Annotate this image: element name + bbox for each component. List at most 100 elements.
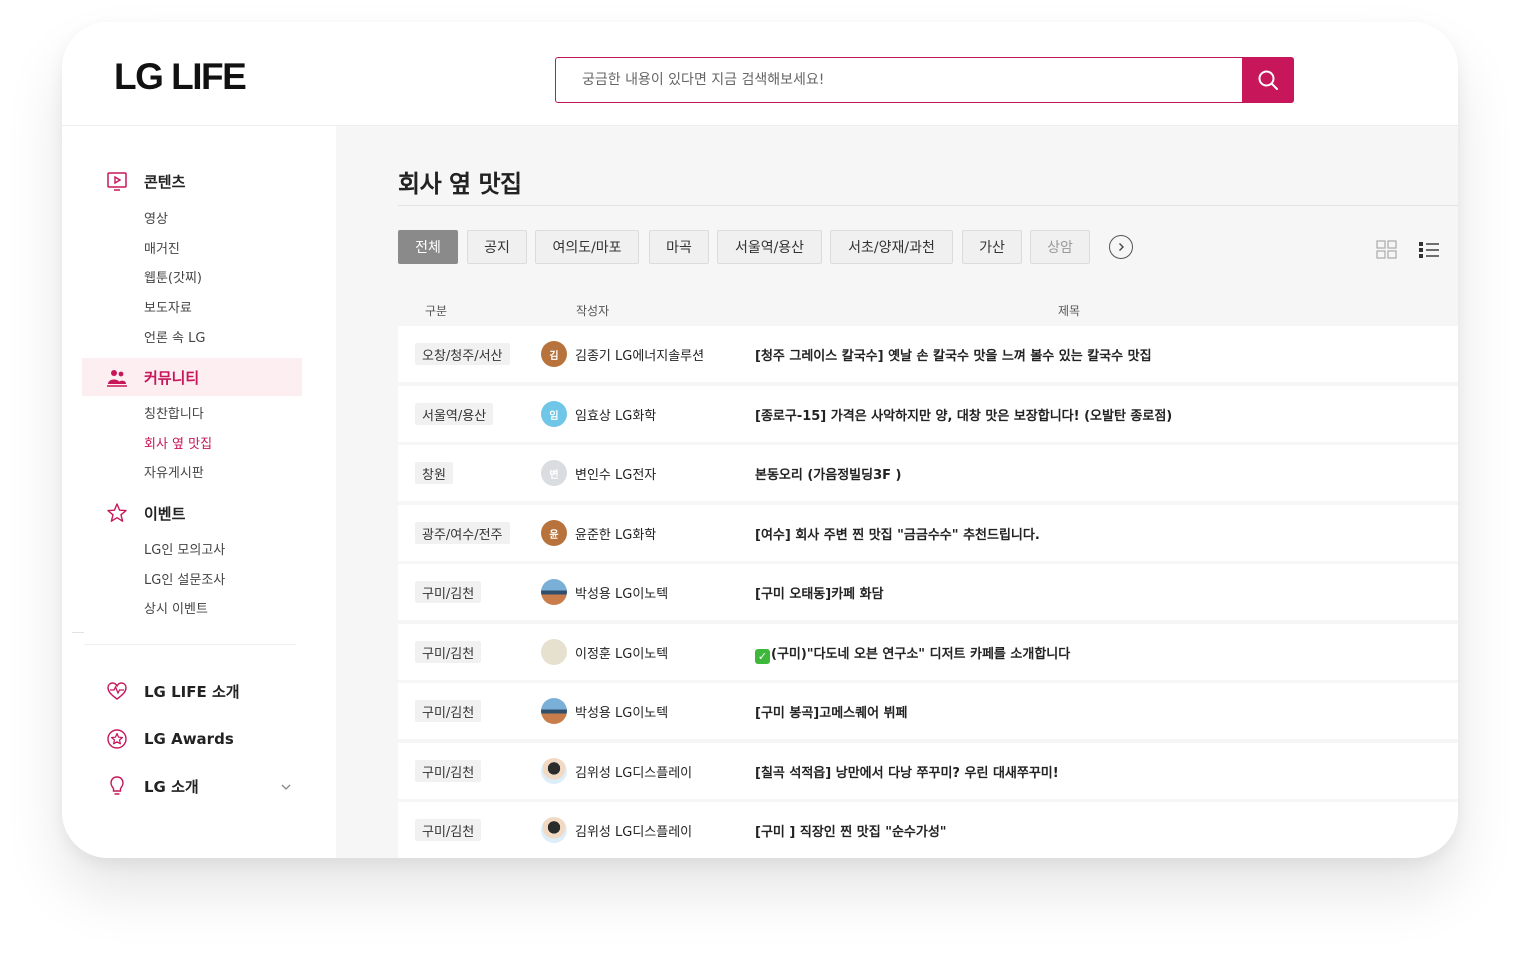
author-name: 이정훈 LG이노텍 <box>575 647 669 662</box>
table-row[interactable]: 구미/김천 김위성 LG디스플레이 [칠곡 석적읍] 낭만에서 다낭 쭈꾸미? … <box>398 743 1458 799</box>
sidebar-item-video[interactable]: 영상 <box>144 208 168 227</box>
checkmark-icon: ✓ <box>755 649 770 664</box>
tab-yeouido-mapo[interactable]: 여의도/마포 <box>535 230 639 264</box>
author-name: 윤준한 LG화학 <box>575 528 657 543</box>
post-title[interactable]: [구미 봉곡]고메스퀘어 뷔페 <box>755 702 908 721</box>
post-title[interactable]: [청주 그레이스 칼국수] 옛날 손 칼국수 맛을 느껴 볼수 있는 칼국수 맛… <box>755 345 1152 364</box>
category-badge: 창원 <box>415 462 453 484</box>
divider <box>84 644 296 645</box>
author-name: 김종기 LG에너지솔루션 <box>575 349 705 364</box>
post-title[interactable]: [구미 오태동]카페 화담 <box>755 583 884 602</box>
table-row[interactable]: 창원 변 변인수 LG전자 본동오리 (가음정빌딩3F ) <box>398 445 1458 501</box>
tab-all[interactable]: 전체 <box>398 230 458 264</box>
sidebar-item-press[interactable]: 보도자료 <box>144 297 192 316</box>
category-badge: 서울역/용산 <box>415 403 494 425</box>
category-badge: 구미/김천 <box>415 819 482 841</box>
category-badge: 구미/김천 <box>415 641 482 663</box>
author-name: 김위성 LG디스플레이 <box>575 766 693 781</box>
author-name: 김위성 LG디스플레이 <box>575 825 693 840</box>
column-header-author: 작성자 <box>576 304 610 318</box>
table-row[interactable]: 오창/청주/서산 김 김종기 LG에너지솔루션 [청주 그레이스 칼국수] 옛날… <box>398 326 1458 382</box>
table-row[interactable]: 구미/김천 박성용 LG이노텍 [구미 오태동]카페 화담 <box>398 564 1458 620</box>
tab-sangam[interactable]: 상암 <box>1030 230 1090 264</box>
sidebar-section-community[interactable]: 커뮤니티 <box>82 358 302 396</box>
post-title-text: (구미)"다도네 오븐 연구소" 디저트 카페를 소개합니다 <box>771 647 1071 662</box>
search-input[interactable] <box>556 58 1242 102</box>
sidebar-lglife-intro[interactable]: LG LIFE 소개 <box>82 674 302 708</box>
search-box <box>555 57 1294 103</box>
sidebar-section-event[interactable]: 이벤트 <box>82 494 302 532</box>
post-title[interactable]: [여수] 회사 주변 찐 맛집 "금금수수" 추천드립니다. <box>755 524 1040 543</box>
sidebar-lg-awards[interactable]: LG Awards <box>82 722 302 756</box>
sidebar-bottom-label: LG LIFE 소개 <box>144 682 240 701</box>
sidebar-lg-intro[interactable]: LG 소개 <box>82 769 302 803</box>
event-star-icon <box>106 502 128 524</box>
content-icon <box>106 170 128 192</box>
sidebar: 콘텐츠 영상 매거진 웹툰(갓찌) 보도자료 언론 속 LG 커뮤니티 칭찬합니… <box>62 126 336 858</box>
sidebar-bottom-label: LG 소개 <box>144 777 199 796</box>
sidebar-item-webtoon[interactable]: 웹툰(갓찌) <box>144 267 202 286</box>
avatar: 변 <box>541 460 567 486</box>
community-icon <box>106 366 128 388</box>
list-view-icon[interactable] <box>1418 240 1440 260</box>
avatar <box>541 758 567 784</box>
sidebar-item-praise[interactable]: 칭찬합니다 <box>144 403 204 422</box>
table-row[interactable]: 구미/김천 박성용 LG이노텍 [구미 봉곡]고메스퀘어 뷔페 <box>398 683 1458 739</box>
sidebar-item-magazine[interactable]: 매거진 <box>144 238 180 257</box>
avatar: 김 <box>541 341 567 367</box>
column-header-category: 구분 <box>425 304 448 318</box>
tab-gasan[interactable]: 가산 <box>962 230 1022 264</box>
logo[interactable]: LG LIFE <box>114 56 247 98</box>
heart-pulse-icon <box>106 680 128 702</box>
sidebar-section-label: 이벤트 <box>144 504 186 523</box>
column-header-title: 제목 <box>1058 304 1081 318</box>
post-title[interactable]: [칠곡 석적읍] 낭만에서 다낭 쭈꾸미? 우린 대새쭈꾸미! <box>755 762 1059 781</box>
sidebar-item-board[interactable]: 자유게시판 <box>144 462 204 481</box>
sidebar-item-survey[interactable]: LG인 설문조사 <box>144 569 225 588</box>
next-arrow-icon[interactable] <box>1109 235 1133 259</box>
sidebar-section-content[interactable]: 콘텐츠 <box>82 162 302 200</box>
sidebar-item-always-event[interactable]: 상시 이벤트 <box>144 598 208 617</box>
post-title[interactable]: [구미 ] 직장인 찐 맛집 "순수가성" <box>755 821 947 840</box>
award-icon <box>106 728 128 750</box>
category-badge: 오창/청주/서산 <box>415 343 510 365</box>
app-window: LG LIFE 콘텐츠 영상 매거진 웹툰(갓찌) 보도자료 언론 속 LG <box>62 22 1458 858</box>
table-row[interactable]: 구미/김천 김위성 LG디스플레이 [구미 ] 직장인 찐 맛집 "순수가성" <box>398 802 1458 858</box>
table-row[interactable]: 구미/김천 이정훈 LG이노텍 ✓ (구미)"다도네 오븐 연구소" 디저트 카페… <box>398 624 1458 680</box>
category-badge: 광주/여수/전주 <box>415 522 510 544</box>
sidebar-item-quiz[interactable]: LG인 모의고사 <box>144 539 225 558</box>
avatar <box>541 579 567 605</box>
sidebar-item-restaurants[interactable]: 회사 옆 맛집 <box>144 433 212 452</box>
sidebar-item-media[interactable]: 언론 속 LG <box>144 327 205 346</box>
tab-magok[interactable]: 마곡 <box>649 230 709 264</box>
tab-seocho-yangjae[interactable]: 서초/양재/과천 <box>830 230 953 264</box>
author-name: 박성용 LG이노텍 <box>575 587 669 602</box>
avatar <box>541 698 567 724</box>
avatar: 윤 <box>541 520 567 546</box>
tab-notice[interactable]: 공지 <box>467 230 527 264</box>
category-badge: 구미/김천 <box>415 700 482 722</box>
post-title[interactable]: [종로구-15] 가격은 사악하지만 양, 대창 맛은 보장합니다! (오발탄 … <box>755 405 1172 424</box>
avatar: 임 <box>541 401 567 427</box>
bulb-icon <box>106 775 128 797</box>
search-icon <box>1258 70 1278 90</box>
author-name: 박성용 LG이노텍 <box>575 706 669 721</box>
sidebar-section-label: 커뮤니티 <box>144 368 200 387</box>
table-row[interactable]: 광주/여수/전주 윤 윤준한 LG화학 [여수] 회사 주변 찐 맛집 "금금수… <box>398 505 1458 561</box>
avatar <box>541 817 567 843</box>
post-title[interactable]: 본동오리 (가음정빌딩3F ) <box>755 464 902 483</box>
grid-view-icon[interactable] <box>1376 240 1398 260</box>
category-badge: 구미/김천 <box>415 760 482 782</box>
search-button[interactable] <box>1242 57 1294 103</box>
divider <box>398 205 1458 206</box>
table-row[interactable]: 서울역/용산 임 임효상 LG화학 [종로구-15] 가격은 사악하지만 양, … <box>398 386 1458 442</box>
top-header: LG LIFE <box>62 22 1458 126</box>
chevron-down-icon[interactable] <box>280 777 292 795</box>
post-title[interactable]: ✓ (구미)"다도네 오븐 연구소" 디저트 카페를 소개합니다 <box>755 643 1070 664</box>
page-title: 회사 옆 맛집 <box>398 170 522 198</box>
divider <box>72 632 84 633</box>
main-content: 회사 옆 맛집 전체 공지 여의도/마포 마곡 서울역/용산 서초/양재/과천 … <box>336 126 1458 858</box>
sidebar-section-label: 콘텐츠 <box>144 172 186 191</box>
category-badge: 구미/김천 <box>415 581 482 603</box>
tab-seoulstation-yongsan[interactable]: 서울역/용산 <box>717 230 822 264</box>
